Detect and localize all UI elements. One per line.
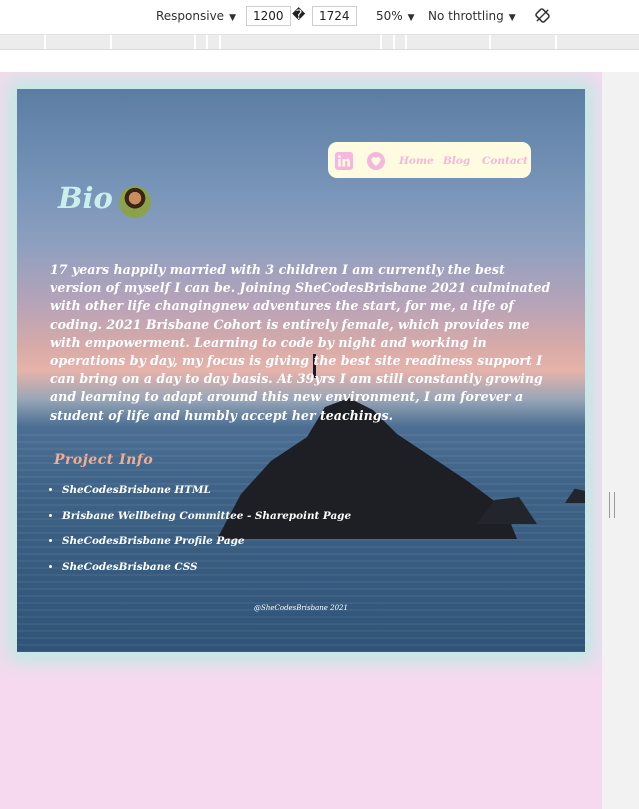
linkedin-icon[interactable] <box>335 152 353 170</box>
resize-pane <box>602 72 639 809</box>
device-select-label: Responsive <box>156 9 225 23</box>
throttling-select[interactable]: No throttling ▼ <box>428 9 516 23</box>
device-toolbar: Responsive ▼ 1200 � 1724 50% ▼ No throttli… <box>0 0 639 35</box>
resize-handle[interactable] <box>609 492 615 518</box>
media-query-ruler <box>0 35 639 50</box>
project-item[interactable]: SheCodesBrisbane CSS <box>62 561 351 587</box>
width-input[interactable]: 1200 <box>246 6 291 26</box>
zoom-label: 50% <box>376 9 403 23</box>
avatar <box>119 186 151 218</box>
device-select[interactable]: Responsive ▼ <box>156 9 236 23</box>
project-item[interactable]: Brisbane Wellbeing Committee - Sharepoin… <box>62 510 351 536</box>
chevron-down-icon: ▼ <box>508 13 516 23</box>
project-info-heading: Project Info <box>54 452 154 468</box>
zoom-select[interactable]: 50% ▼ <box>376 9 415 23</box>
nav-blog-link[interactable]: Blog <box>443 155 470 167</box>
nav-home-link[interactable]: Home <box>399 155 434 167</box>
top-nav: Home Blog Contact <box>328 142 531 178</box>
throttling-label: No throttling <box>428 9 504 23</box>
height-input[interactable]: 1724 <box>312 6 357 26</box>
page-title: Bio <box>58 181 113 215</box>
viewport-gutter <box>0 50 639 72</box>
bio-paragraph: 17 years happily married with 3 children… <box>50 262 551 423</box>
project-list: SheCodesBrisbane HTML Brisbane Wellbeing… <box>50 484 351 587</box>
heart-location-icon[interactable] <box>367 152 385 170</box>
chevron-down-icon: ▼ <box>407 13 415 23</box>
project-item[interactable]: SheCodesBrisbane Profile Page <box>62 535 351 561</box>
emulated-viewport: Home Blog Contact Bio 17 years happily m… <box>0 72 602 809</box>
nav-contact-link[interactable]: Contact <box>482 155 528 167</box>
footer-credit: @SheCodesBrisbane 2021 <box>254 604 348 612</box>
chevron-down-icon: ▼ <box>229 13 236 23</box>
dimension-separator: � <box>292 8 306 23</box>
rotate-icon[interactable] <box>535 8 550 23</box>
project-item[interactable]: SheCodesBrisbane HTML <box>62 484 351 510</box>
bio-card: Home Blog Contact Bio 17 years happily m… <box>17 89 585 652</box>
